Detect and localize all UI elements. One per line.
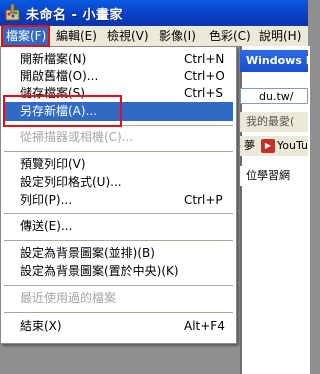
menu-item-wallpaper-tile[interactable]: 設定為背景圖案(並排)(B) xyxy=(4,244,233,263)
menu-separator xyxy=(4,240,233,241)
menu-view[interactable]: 檢視(V) xyxy=(103,26,153,46)
file-menu-dropdown: 開新檔案(N) Ctrl+N 開啟舊檔(O)... Ctrl+O 儲存檔案(S)… xyxy=(0,46,237,344)
menu-item-exit[interactable]: 結束(X) Alt+F4 xyxy=(4,317,233,336)
menu-item-page-setup[interactable]: 設定列印格式(U)... xyxy=(4,173,233,192)
menu-help[interactable]: 說明(H) xyxy=(255,26,305,46)
menu-item-scanner: 從掃描器或相機(C)... xyxy=(20,130,134,144)
annotation-highlight-save-as xyxy=(3,95,122,127)
paint-palette-icon[interactable] xyxy=(5,4,21,21)
menu-separator xyxy=(4,213,233,214)
menu-item-print[interactable]: 列印(P)... Ctrl+P xyxy=(4,191,233,210)
browser-links-bar: 夢 ▶ YouTu xyxy=(240,136,308,156)
browser-favorites[interactable]: 我的最愛( xyxy=(240,112,308,132)
menu-separator xyxy=(4,151,233,152)
menu-separator xyxy=(4,312,233,313)
title-bar: 未命名 - 小畫家 xyxy=(0,0,308,26)
menu-item-recent-files: 最近使用過的檔案 xyxy=(20,291,117,305)
youtube-icon[interactable]: ▶ xyxy=(261,139,275,153)
annotation-highlight-file-menu xyxy=(1,25,50,47)
menu-image[interactable]: 影像(I) xyxy=(155,26,200,46)
browser-window-title: Windows In xyxy=(240,50,308,72)
youtube-link[interactable]: YouTu xyxy=(277,139,308,152)
browser-address-bar[interactable]: du.tw/ xyxy=(240,88,308,104)
window-title: 未命名 - 小畫家 xyxy=(26,8,123,23)
menu-edit[interactable]: 編輯(E) xyxy=(52,26,101,46)
browser-page-text: 位學習網 xyxy=(240,166,308,186)
menu-item-print-preview[interactable]: 預覽列印(V) xyxy=(4,155,233,174)
menu-item-send[interactable]: 傳送(E)... xyxy=(4,217,233,236)
links-text: 夢 xyxy=(244,139,255,152)
menu-separator xyxy=(4,285,233,286)
menu-colors[interactable]: 色彩(C) xyxy=(205,26,255,46)
menu-item-wallpaper-center[interactable]: 設定為背景圖案(置於中央)(K) xyxy=(4,262,233,281)
